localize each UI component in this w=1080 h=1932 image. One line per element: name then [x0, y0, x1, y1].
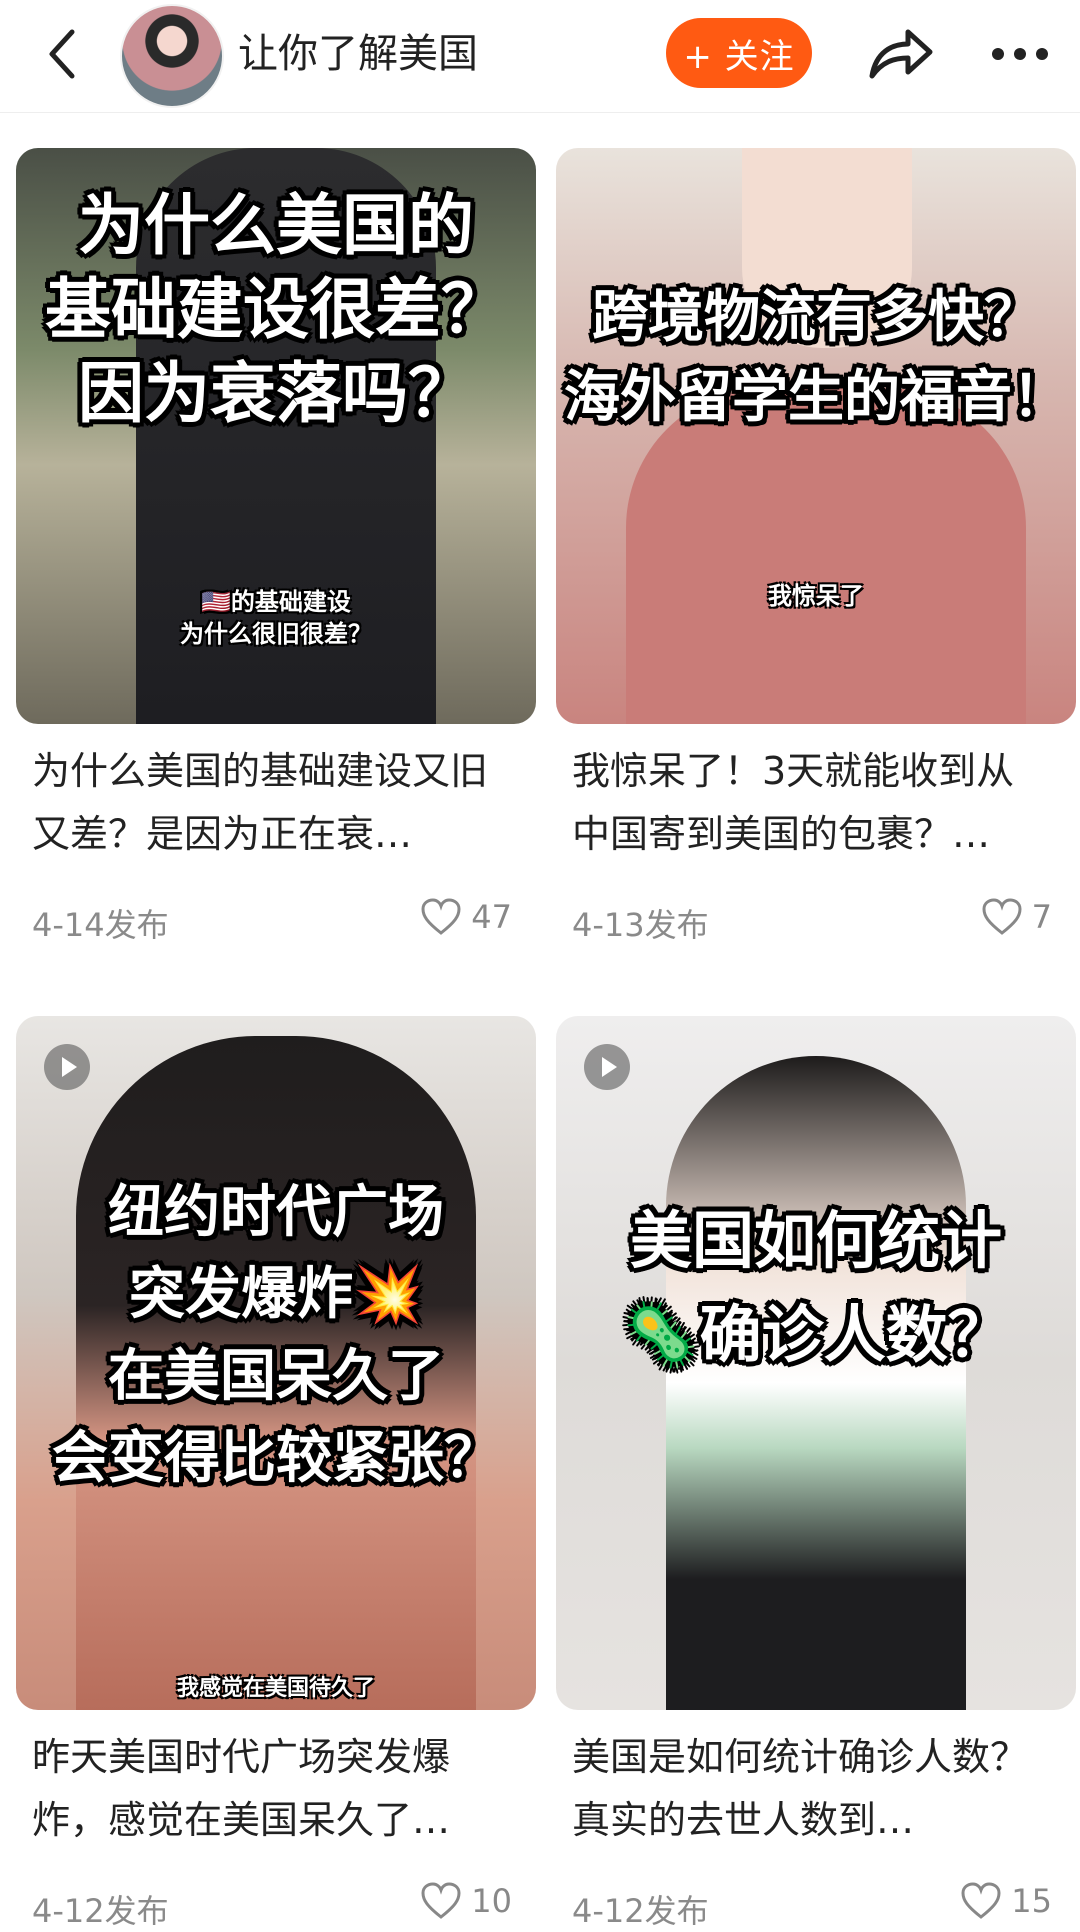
top-bar: 让你了解美国 + 关注 [0, 0, 1080, 113]
thumbnail-overlay-text: 为什么美国的 基础建设很差？ 因为衰落吗？ [45, 187, 507, 432]
like-count-value: 47 [471, 898, 512, 936]
more-dots-icon[interactable] [990, 42, 1050, 66]
thumbnail-overlay-text: 纽约时代广场 突发爆炸💥 在美国呆久了 会变得比较紧张？ [52, 1180, 500, 1491]
post-date: 4-13发布 [572, 906, 709, 944]
post-card[interactable]: 美国如何统计 🦠确诊人数？ 美国是如何统计确诊人数？真实的去世人数到… 4-12… [556, 1016, 1076, 1930]
post-date: 4-14发布 [32, 906, 169, 944]
post-caption[interactable]: 我惊呆了！3天就能收到从中国寄到美国的包裹？… [572, 740, 1042, 866]
share-icon[interactable] [866, 26, 936, 82]
like-count[interactable]: 15 [961, 1882, 1052, 1920]
like-count[interactable]: 10 [421, 1882, 512, 1920]
post-date: 4-12发布 [32, 1892, 169, 1930]
play-icon [44, 1044, 90, 1090]
post-card[interactable]: 为什么美国的 基础建设很差？ 因为衰落吗？ 🇺🇸的基础建设 为什么很旧很差？ 为… [16, 148, 536, 944]
thumbnail-overlay-text: 跨境物流有多快？ 海外留学生的福音！ [564, 285, 1068, 430]
thumbnail-subtitle: 🇺🇸的基础建设 为什么很旧很差？ [180, 588, 372, 648]
back-arrow-icon[interactable] [40, 24, 84, 84]
like-count[interactable]: 7 [982, 898, 1052, 936]
heart-icon[interactable] [421, 898, 461, 936]
post-thumbnail[interactable]: 跨境物流有多快？ 海外留学生的福音！ 我惊呆了 [556, 148, 1076, 724]
like-count-value: 10 [471, 1882, 512, 1920]
thumbnail-subtitle: 我惊呆了 [768, 582, 864, 610]
post-caption[interactable]: 为什么美国的基础建设又旧又差？是因为正在衰… [32, 740, 502, 866]
like-count[interactable]: 47 [421, 898, 512, 936]
like-count-value: 7 [1031, 898, 1052, 936]
person-figure [666, 1056, 966, 1710]
heart-icon[interactable] [961, 1882, 1001, 1920]
post-card[interactable]: 纽约时代广场 突发爆炸💥 在美国呆久了 会变得比较紧张？ 我感觉在美国待久了 昨… [16, 1016, 536, 1930]
follow-button[interactable]: + 关注 [666, 18, 812, 88]
thumbnail-overlay-text: 美国如何统计 🦠确诊人数？ [622, 1204, 1010, 1371]
post-thumbnail[interactable]: 为什么美国的 基础建设很差？ 因为衰落吗？ 🇺🇸的基础建设 为什么很旧很差？ [16, 148, 536, 724]
thumbnail-subtitle: 我感觉在美国待久了 [176, 1676, 375, 1701]
heart-icon[interactable] [982, 898, 1022, 936]
post-caption[interactable]: 美国是如何统计确诊人数？真实的去世人数到… [572, 1726, 1042, 1852]
person-figure [626, 388, 1026, 724]
post-caption[interactable]: 昨天美国时代广场突发爆炸，感觉在美国呆久了… [32, 1726, 502, 1852]
post-date: 4-12发布 [572, 1892, 709, 1930]
avatar[interactable] [120, 4, 224, 108]
post-card[interactable]: 跨境物流有多快？ 海外留学生的福音！ 我惊呆了 我惊呆了！3天就能收到从中国寄到… [556, 148, 1076, 944]
page-title: 让你了解美国 [238, 31, 478, 77]
play-icon [584, 1044, 630, 1090]
post-thumbnail[interactable]: 纽约时代广场 突发爆炸💥 在美国呆久了 会变得比较紧张？ 我感觉在美国待久了 [16, 1016, 536, 1710]
post-thumbnail[interactable]: 美国如何统计 🦠确诊人数？ [556, 1016, 1076, 1710]
like-count-value: 15 [1011, 1882, 1052, 1920]
heart-icon[interactable] [421, 1882, 461, 1920]
